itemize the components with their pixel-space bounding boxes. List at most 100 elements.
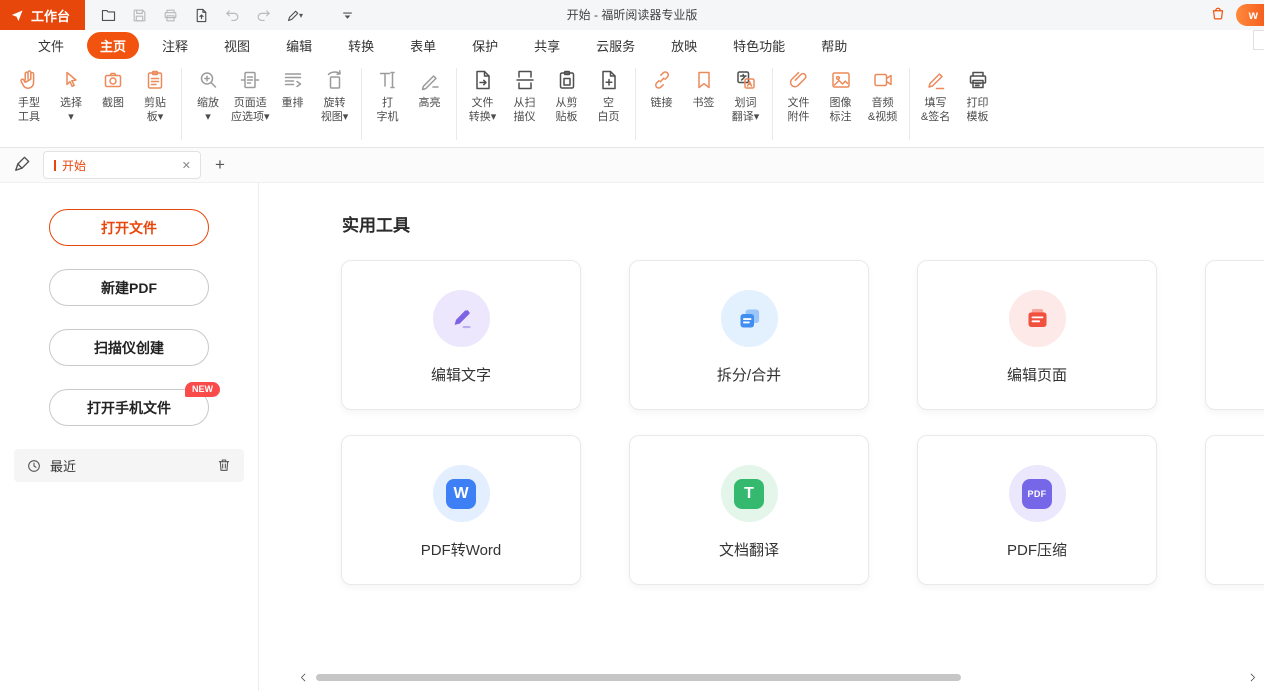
menu-help[interactable]: 帮助 xyxy=(808,32,860,59)
card-edit-pages[interactable]: 编辑页面 xyxy=(917,260,1157,410)
tool-label: 页面适 xyxy=(234,96,267,110)
menu-cloud[interactable]: 云服务 xyxy=(583,32,648,59)
customize-toolbar-button[interactable] xyxy=(334,3,360,27)
scanner-create-button[interactable]: 扫描仪创建 xyxy=(49,329,209,366)
dropdown-arrow-icon: ▾ xyxy=(299,11,303,20)
ribbon-tool-from-scanner[interactable]: 从扫 描仪 xyxy=(504,68,546,124)
store-button[interactable] xyxy=(1209,4,1227,27)
ribbon-tool-print-template[interactable]: 打印 模板 xyxy=(957,68,999,124)
start-page: 打开文件 新建PDF 扫描仪创建 打开手机文件 NEW 最近 xyxy=(0,183,1264,691)
tool-label: 旋转 xyxy=(324,96,346,110)
ribbon-tool-blank-page[interactable]: 空 白页 xyxy=(588,68,630,124)
card-pdf-to-word[interactable]: W PDF转Word xyxy=(341,435,581,585)
edit-text-pencil-icon xyxy=(433,290,490,347)
ribbon-tool-file-attachment[interactable]: 文件 附件 xyxy=(778,68,820,124)
ribbon-tool-audio-video[interactable]: 音频 &视频 xyxy=(862,68,904,124)
tool-label: &签名 xyxy=(921,110,950,124)
open-mobile-file-button[interactable]: 打开手机文件 NEW xyxy=(49,389,209,426)
card-doc-translate[interactable]: T 文档翻译 xyxy=(629,435,869,585)
word-letter-badge: W xyxy=(446,479,476,509)
menu-comment[interactable]: 注释 xyxy=(149,32,201,59)
format-brush-button[interactable]: ▾ xyxy=(281,3,307,27)
print-button[interactable] xyxy=(157,3,183,27)
ribbon-tool-link[interactable]: 链接 xyxy=(641,68,683,110)
scroll-left-button[interactable] xyxy=(295,669,311,685)
promo-label: w xyxy=(1249,8,1258,22)
workspace-button[interactable]: 工作台 xyxy=(0,0,85,30)
open-file-sidebar-button[interactable]: 打开文件 xyxy=(49,209,209,246)
ribbon-tool-fill-sign[interactable]: 填写 &签名 xyxy=(915,68,957,124)
undo-button[interactable] xyxy=(219,3,245,27)
ribbon-tool-from-clipboard[interactable]: 从剪 贴板 xyxy=(546,68,588,124)
menu-convert[interactable]: 转换 xyxy=(335,32,387,59)
card-partial[interactable] xyxy=(1205,435,1264,585)
ribbon-tool-typewriter[interactable]: 打 字机 xyxy=(367,68,409,124)
ribbon-tool-select[interactable]: 选择 ▾ xyxy=(50,68,92,124)
menu-form[interactable]: 表单 xyxy=(397,32,449,59)
menu-file[interactable]: 文件 xyxy=(25,32,77,59)
card-label: 编辑文字 xyxy=(431,364,491,385)
undo-icon xyxy=(224,7,241,24)
save-button[interactable] xyxy=(126,3,152,27)
scrollbar-thumb[interactable] xyxy=(316,674,961,681)
new-tab-button[interactable]: + xyxy=(215,155,225,175)
reflow-icon xyxy=(281,68,305,92)
menu-home[interactable]: 主页 xyxy=(87,32,139,59)
hand-icon xyxy=(17,68,41,92)
menu-share[interactable]: 共享 xyxy=(521,32,573,59)
promo-button[interactable]: w xyxy=(1236,4,1264,26)
tool-label: 音频 xyxy=(872,96,894,110)
image-annotation-icon xyxy=(829,68,853,92)
workspace-label: 工作台 xyxy=(31,6,70,25)
ribbon-tool-highlight[interactable]: 高亮 xyxy=(409,68,451,110)
trash-icon xyxy=(216,457,232,473)
pdf-letter-badge: PDF xyxy=(1022,479,1052,509)
tool-label: 翻译▾ xyxy=(732,110,760,124)
tool-label: ▾ xyxy=(205,110,211,124)
share-button[interactable] xyxy=(188,3,214,27)
tab-start[interactable]: 开始 ✕ xyxy=(43,151,201,179)
ribbon-tool-rotate-view[interactable]: 旋转 视图▾ xyxy=(314,68,356,124)
menu-view[interactable]: 视图 xyxy=(211,32,263,59)
new-pdf-button[interactable]: 新建PDF xyxy=(49,269,209,306)
menu-edit[interactable]: 编辑 xyxy=(273,32,325,59)
tool-label: 书签 xyxy=(693,96,715,110)
ribbon-tool-hand[interactable]: 手型 工具 xyxy=(8,68,50,124)
pdf-badge-icon: PDF xyxy=(1009,465,1066,522)
tool-label: 填写 xyxy=(925,96,947,110)
menu-features[interactable]: 特色功能 xyxy=(720,32,798,59)
open-file-button[interactable] xyxy=(95,3,121,27)
scroll-right-button[interactable] xyxy=(1244,669,1260,685)
ribbon-tool-file-convert[interactable]: 文件 转换▾ xyxy=(462,68,504,124)
basket-icon xyxy=(1209,4,1227,22)
ribbon-separator xyxy=(909,68,910,140)
ribbon-tool-snapshot[interactable]: 截图 xyxy=(92,68,134,110)
ribbon-tool-reflow[interactable]: 重排 xyxy=(272,68,314,110)
ribbon-tool-fit-page[interactable]: 页面适 应选项▾ xyxy=(229,68,272,124)
tab-close-icon[interactable]: ✕ xyxy=(182,159,191,172)
ribbon-tool-translate[interactable]: 划词 翻译▾ xyxy=(725,68,767,124)
card-split-merge[interactable]: 拆分/合并 xyxy=(629,260,869,410)
menu-present[interactable]: 放映 xyxy=(658,32,710,59)
ribbon-tool-image-annotation[interactable]: 图像 标注 xyxy=(820,68,862,124)
annotate-pen-icon[interactable] xyxy=(12,154,34,176)
card-pdf-compress[interactable]: PDF PDF压缩 xyxy=(917,435,1157,585)
tool-label: 字机 xyxy=(377,110,399,124)
tool-label: 选择 xyxy=(60,96,82,110)
ribbon-tool-bookmark[interactable]: 书签 xyxy=(683,68,725,110)
audio-video-icon xyxy=(871,68,895,92)
clear-recent-button[interactable] xyxy=(216,457,234,475)
ribbon-separator xyxy=(361,68,362,140)
menu-protect[interactable]: 保护 xyxy=(459,32,511,59)
ribbon-tool-clipboard[interactable]: 剪贴 板▾ xyxy=(134,68,176,124)
highlight-icon xyxy=(418,68,442,92)
redo-button[interactable] xyxy=(250,3,276,27)
card-partial[interactable] xyxy=(1205,260,1264,410)
word-badge-icon: W xyxy=(433,465,490,522)
card-edit-text[interactable]: 编辑文字 xyxy=(341,260,581,410)
chevron-left-icon xyxy=(298,672,309,683)
tool-label: 白页 xyxy=(598,110,620,124)
recent-section[interactable]: 最近 xyxy=(14,449,244,482)
ribbon-tool-zoom[interactable]: 缩放 ▾ xyxy=(187,68,229,124)
tool-label: 应选项▾ xyxy=(231,110,270,124)
